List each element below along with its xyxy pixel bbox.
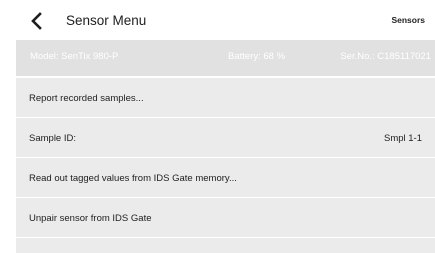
model-text: Model: SenTix 980-P — [30, 51, 119, 62]
menu-item-label: Report recorded samples... — [29, 93, 144, 104]
menu-item-sample-id[interactable]: Sample ID: Smpl 1-1 — [16, 118, 435, 157]
serial-number-text: Ser.No.: C185117021 — [340, 51, 431, 62]
menu-item-label: Sample ID: — [29, 133, 76, 144]
menu-item-unpair-sensor[interactable]: Unpair sensor from IDS Gate — [16, 198, 435, 237]
back-button[interactable] — [26, 10, 48, 32]
sensors-link[interactable]: Sensors — [391, 15, 425, 25]
header-bar: Sensor Menu Sensors — [0, 0, 435, 40]
menu-list: Report recorded samples... Sample ID: Sm… — [16, 76, 435, 253]
page-title: Sensor Menu — [66, 13, 147, 28]
sample-id-value: Smpl 1-1 — [383, 133, 422, 144]
chevron-left-icon — [31, 12, 42, 30]
battery-text: Battery: 68 % — [228, 51, 286, 62]
menu-item-partial[interactable] — [16, 238, 435, 253]
menu-item-label: Read out tagged values from IDS Gate mem… — [29, 173, 237, 184]
sensor-info-bar: Model: SenTix 980-P Battery: 68 % Ser.No… — [16, 40, 435, 76]
menu-item-read-tagged-values[interactable]: Read out tagged values from IDS Gate mem… — [16, 158, 435, 197]
menu-item-label: Unpair sensor from IDS Gate — [29, 213, 152, 224]
menu-item-report-samples[interactable]: Report recorded samples... — [16, 78, 435, 117]
